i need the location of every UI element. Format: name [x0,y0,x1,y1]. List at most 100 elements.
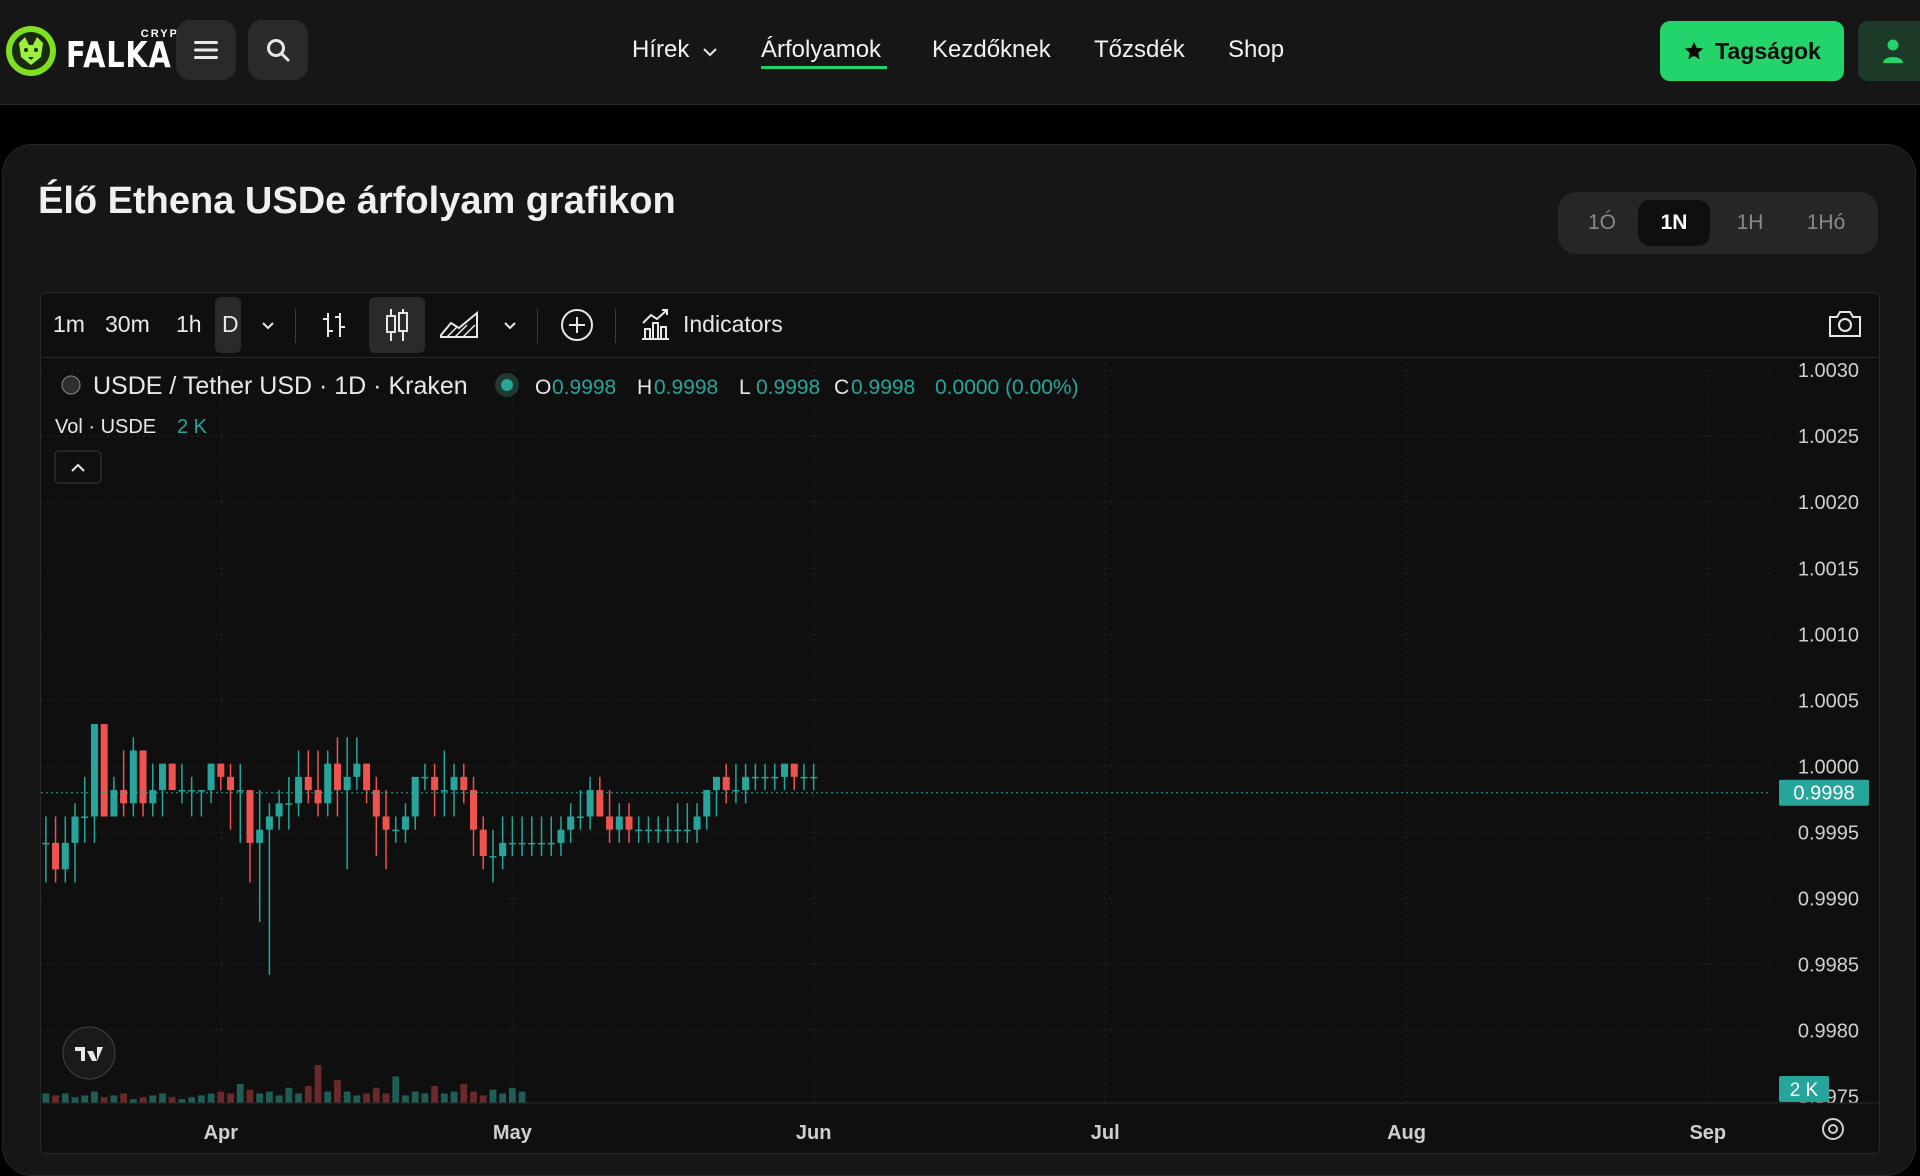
candle-body [479,829,487,857]
nav-item-hirek[interactable]: Hírek [632,36,718,64]
settings-gear-icon [1822,1118,1844,1140]
volume-bar [382,1093,390,1103]
volume-bar [314,1065,322,1103]
candle-body [265,816,273,830]
volume-bar [518,1091,526,1103]
candle-body [353,763,361,777]
candle-body [314,790,322,804]
candle-body [275,803,283,817]
legend-ohlc-label: O [535,376,551,399]
y-tick-label: 0.9980 [1798,1020,1859,1042]
candle-body [61,842,69,870]
volume-bar [334,1080,341,1103]
logo-big-text: FALKA [66,34,172,76]
x-tick-label: Apr [204,1122,239,1144]
volume-bar [42,1093,50,1103]
volume-bar [440,1093,448,1103]
candle-body [625,816,633,830]
nav-item-label: Tőzsdék [1094,36,1185,63]
volume-bar [129,1099,137,1103]
y-tick-label: 0.9995 [1798,822,1859,844]
nav-item-label: Kezdőknek [932,36,1051,63]
candle-body [635,829,643,832]
candle-body [42,842,50,845]
chart-canvas[interactable]: 1.0030 1.0025 1.0020 1.0015 1.0010 1.0005 1.00… [41,293,1879,1153]
volume-bar [431,1085,439,1103]
membership-button[interactable]: Tagságok [1660,21,1844,81]
candle-body [401,816,409,830]
candle-body [460,776,468,791]
volume-bar [353,1095,361,1103]
volume-bar [256,1093,264,1103]
volume-bar [188,1097,196,1103]
candle-body [586,790,594,817]
search-button[interactable] [248,20,308,80]
candle-body [333,763,341,791]
legend-collapse-button[interactable] [54,450,102,484]
candle-body [450,776,458,791]
volume-bar [470,1091,477,1103]
volume-bar [168,1097,176,1103]
user-account-button[interactable] [1858,21,1920,81]
x-tick-label: Jul [1091,1122,1120,1144]
candle-body [547,842,555,845]
candle-body [81,816,89,818]
candle-body [304,776,312,791]
volume-bar [91,1091,98,1103]
candle-body [295,776,303,804]
hamburger-icon [194,41,218,59]
candle-body [790,763,798,777]
candle-body [207,763,215,791]
volume-bar [61,1093,69,1103]
volume-bar [246,1089,254,1103]
legend-ohlc-label: C [834,376,849,399]
volume-bar [479,1095,487,1103]
candle-body [615,816,623,830]
volume-bar [197,1095,205,1103]
period-button-1h[interactable]: 1H [1714,200,1786,246]
volume-bar [100,1097,108,1103]
y-tick-label: 1.0020 [1798,492,1859,514]
menu-button[interactable] [176,20,236,80]
candle-body [217,763,225,777]
candle-body [742,776,750,791]
legend-ohlc-label: H [637,376,652,399]
nav-item-arfolyamok[interactable]: Árfolyamok [761,36,881,64]
volume-bar [207,1093,215,1103]
candle-body [499,842,507,857]
candle-body [52,842,60,870]
candle-body [761,776,769,779]
nav-item-shop[interactable]: Shop [1228,36,1284,64]
candle-body [236,790,244,792]
y-tick-label: 0.9985 [1798,954,1859,976]
candle-body [421,776,429,779]
candle-body [722,776,730,791]
site-logo[interactable]: CRYPTO FALKA [6,26,198,76]
candle-body [71,816,79,843]
volume-bar [52,1095,59,1103]
candle-body [392,829,400,832]
period-button-1o[interactable]: 1Ó [1566,200,1638,246]
y-tick-label: 0.9990 [1798,888,1859,910]
candle-body [683,829,691,832]
membership-button-label: Tagságok [1715,37,1821,64]
candle-body [227,776,235,791]
nav-item-tozsdek[interactable]: Tőzsdék [1094,36,1185,64]
volume-bar [363,1093,370,1103]
candle-body [693,816,701,830]
legend-change: 0.0000 (0.00%) [935,376,1079,399]
wolf-logo-icon [6,26,56,76]
candle-body [800,776,808,779]
nav-item-kezdoknek[interactable]: Kezdőknek [932,36,1051,64]
candle-body [178,790,186,792]
period-selector: 1Ó 1N 1H 1Hó [1558,192,1878,254]
volume-bar [120,1093,128,1103]
volume-bar [71,1097,79,1103]
candle-body [596,790,604,817]
period-button-1ho[interactable]: 1Hó [1790,200,1862,246]
nav-item-label: Hírek [632,36,690,63]
candle-body [110,790,118,817]
candle-body [538,842,546,845]
volume-bar [508,1087,516,1103]
period-button-1n[interactable]: 1N [1638,200,1710,246]
